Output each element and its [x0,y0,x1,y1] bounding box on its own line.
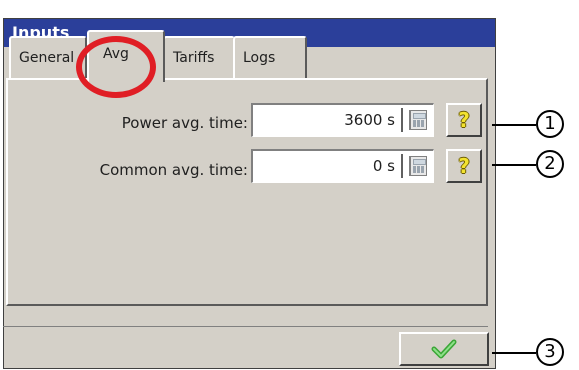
callout-1: 1 [536,110,564,138]
callout-2: 2 [536,150,564,178]
tab-tariffs-label: Tariffs [173,50,215,66]
tab-tariffs[interactable]: Tariffs [163,36,235,80]
avg-tab-highlight-circle [76,36,156,98]
tab-general[interactable]: General [9,36,87,80]
tab-general-label: General [19,50,75,66]
callout-line-3 [492,352,536,354]
checkmark-icon [431,339,457,359]
callout-line-1 [492,124,536,126]
tab-panel [6,78,488,306]
tab-logs[interactable]: Logs [233,36,307,80]
callout-3: 3 [536,338,564,366]
ok-button[interactable] [399,332,489,366]
callout-line-2 [492,164,536,166]
tab-logs-label: Logs [243,50,276,66]
